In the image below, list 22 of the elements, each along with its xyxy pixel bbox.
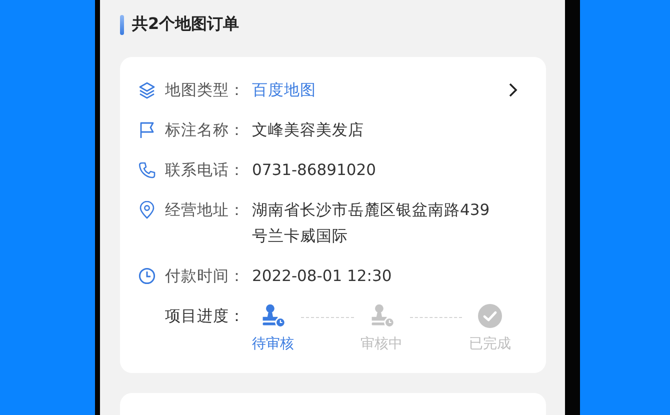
- field-label: 项目进度：: [165, 306, 245, 327]
- field-label: 标注名称：: [165, 120, 246, 141]
- phone-icon: [138, 161, 156, 179]
- field-label: 经营地址：: [165, 200, 246, 221]
- field-label: 付款时间：: [165, 266, 246, 287]
- field-value: 2022-08-01 12:30: [252, 266, 393, 287]
- step-label: 待审核: [252, 335, 294, 353]
- layers-icon: [138, 81, 156, 99]
- location-pin-icon: [138, 201, 156, 219]
- flag-icon: [138, 121, 156, 139]
- step-label: 已完成: [469, 335, 511, 353]
- step-label: 审核中: [360, 335, 402, 353]
- map-type-link[interactable]: 百度地图: [252, 77, 502, 103]
- heading-accent-bar: [120, 14, 124, 34]
- clock-icon: [138, 267, 156, 285]
- field-value: 湖南省长沙市岳麓区银盆南路439号兰卡威国际: [252, 200, 491, 247]
- field-label: 联系电话：: [165, 160, 246, 181]
- field-value: 文峰美容美发店: [252, 120, 365, 141]
- section-title: 共2个地图订单: [132, 14, 240, 35]
- chevron-right-icon[interactable]: [508, 82, 518, 98]
- field-label: 地图类型：: [165, 80, 246, 101]
- field-value: 0731-86891020: [252, 160, 377, 181]
